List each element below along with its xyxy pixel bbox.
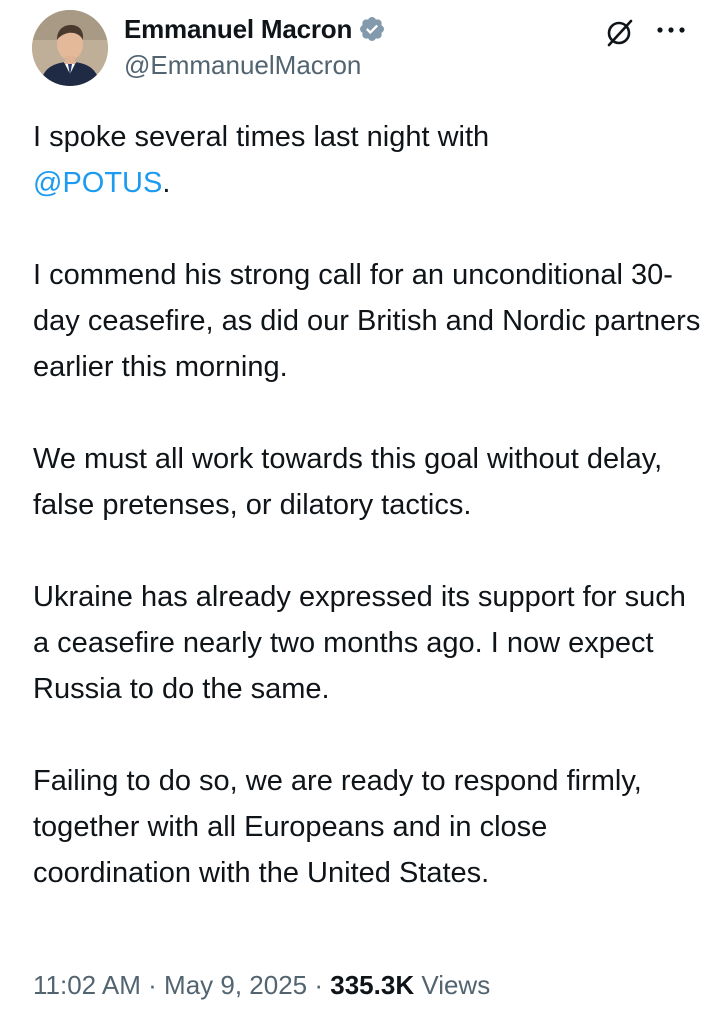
avatar[interactable] — [32, 10, 108, 86]
tweet-paragraph-1-end: . — [162, 167, 171, 199]
author-name-row: Emmanuel Macron — [124, 12, 386, 46]
verified-badge-icon — [358, 15, 386, 43]
grok-icon — [607, 19, 633, 47]
tweet-paragraph-4: Ukraine has already expressed its suppor… — [33, 581, 686, 705]
tweet-metadata: 11:02 AM · May 9, 2025 · 335.3K Views — [33, 970, 490, 1001]
views-label: Views — [414, 970, 491, 1000]
meta-separator: · — [140, 970, 165, 1000]
author-handle[interactable]: @EmmanuelMacron — [124, 50, 361, 81]
tweet-paragraph-2: I commend his strong call for an uncondi… — [33, 259, 701, 383]
author-display-name[interactable]: Emmanuel Macron — [124, 14, 352, 45]
tweet-text: I spoke several times last night with @P… — [33, 114, 703, 896]
mention-link-potus[interactable]: @POTUS — [33, 167, 162, 199]
tweet-paragraph-5: Failing to do so, we are ready to respon… — [33, 765, 642, 889]
tweet-paragraph-3: We must all work towards this goal witho… — [33, 443, 663, 521]
meta-separator: · — [307, 970, 331, 1000]
more-options-button[interactable] — [650, 14, 692, 46]
more-dots-icon — [657, 27, 685, 33]
views-count: 335.3K — [330, 970, 415, 1000]
tweet-time[interactable]: 11:02 AM — [33, 970, 141, 1000]
tweet-paragraph-1-text: I spoke several times last night with — [33, 121, 490, 153]
profile-photo-icon — [32, 10, 108, 86]
grok-button[interactable] — [600, 14, 638, 52]
tweet-date[interactable]: May 9, 2025 — [164, 970, 307, 1000]
tweet-paragraph-1: I spoke several times last night with @P… — [33, 114, 703, 206]
tweet: Emmanuel Macron @EmmanuelMacron I spoke … — [0, 0, 720, 1022]
